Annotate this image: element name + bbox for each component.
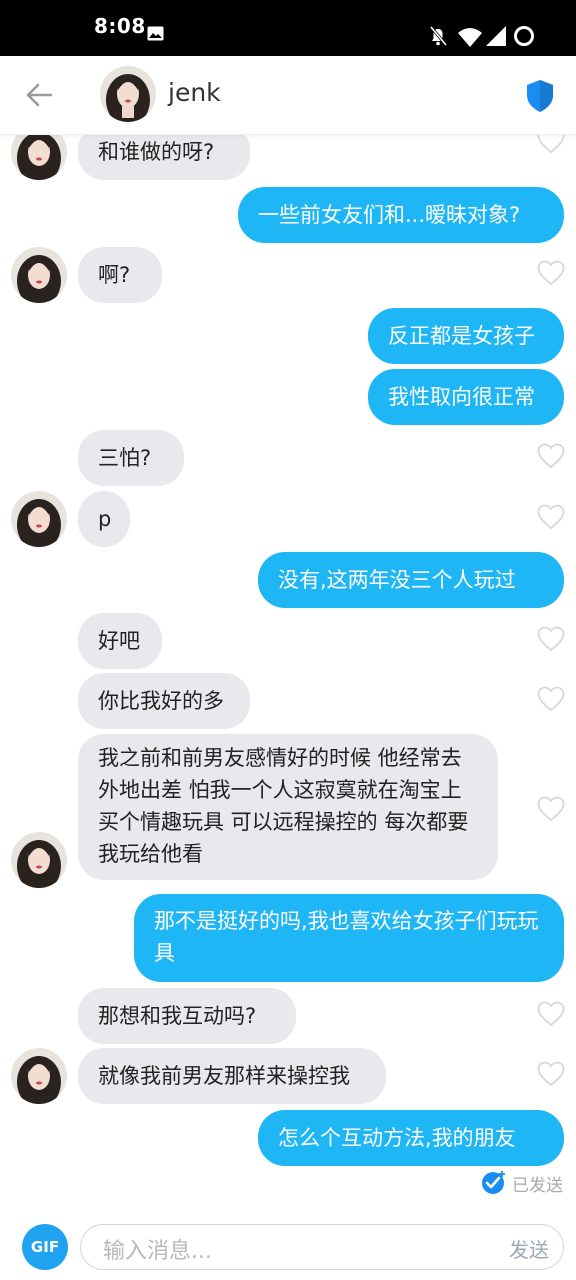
incoming-message-bubble[interactable]: 好吧 [78, 613, 162, 669]
send-button[interactable]: 发送 [509, 1234, 549, 1263]
status-bar: 8:08 [0, 0, 576, 56]
heart-icon[interactable] [537, 504, 565, 530]
message-input-placeholder: 输入消息... [103, 1239, 212, 1264]
sent-status-label: 已发送 [512, 1176, 563, 1196]
signal-icon [486, 26, 506, 46]
incoming-message-bubble[interactable]: 就像我前男友那样来操控我 [78, 1048, 386, 1104]
incoming-message-bubble[interactable]: 那想和我互动吗? [78, 988, 296, 1044]
outgoing-message-bubble[interactable]: 没有,这两年没三个人玩过 [258, 552, 564, 608]
do-not-disturb-icon [429, 26, 448, 46]
outgoing-message-bubble[interactable]: 一些前女友们和...暧昧对象? [238, 187, 564, 243]
message-input[interactable]: 输入消息... 发送 [80, 1224, 564, 1270]
outgoing-message-bubble[interactable]: 那不是挺好的吗,我也喜欢给女孩子们玩玩具 [134, 894, 564, 982]
heart-icon[interactable] [537, 134, 565, 154]
chat-header: jenk [0, 56, 576, 135]
incoming-message-bubble[interactable]: 我之前和前男友感情好的时候 他经常去外地出差 怕我一个人这寂寞就在淘宝上买个情趣… [78, 734, 498, 880]
heart-icon[interactable] [537, 796, 565, 822]
heart-icon[interactable] [537, 443, 565, 469]
outgoing-message-bubble[interactable]: 我性取向很正常 [368, 369, 564, 425]
contact-avatar-small[interactable] [11, 491, 67, 547]
battery-saver-icon [514, 26, 534, 46]
contact-avatar[interactable] [100, 66, 156, 122]
message-list[interactable]: 和谁做的呀? 一些前女友们和...暧昧对象? 啊? 反正都是女孩子 我性取向很正… [0, 134, 576, 1204]
wifi-icon [458, 28, 482, 47]
heart-icon[interactable] [537, 1061, 565, 1087]
heart-icon[interactable] [537, 260, 565, 286]
heart-icon[interactable] [537, 686, 565, 712]
contact-avatar-small[interactable] [11, 1048, 67, 1104]
status-icons [429, 26, 534, 47]
contact-avatar-small[interactable] [11, 134, 67, 180]
incoming-message-bubble[interactable]: 和谁做的呀? [78, 134, 250, 180]
heart-icon[interactable] [537, 626, 565, 652]
status-time: 8:08 [94, 14, 146, 38]
incoming-message-bubble[interactable]: p [78, 491, 130, 547]
heart-icon[interactable] [537, 1001, 565, 1027]
incoming-message-bubble[interactable]: 啊? [78, 247, 162, 303]
contact-name[interactable]: jenk [168, 78, 221, 107]
gif-button[interactable]: GIF [22, 1224, 68, 1270]
contact-avatar-small[interactable] [11, 832, 67, 888]
delivered-check-icon [482, 1171, 505, 1194]
shield-icon[interactable] [524, 78, 556, 114]
incoming-message-bubble[interactable]: 三怕? [78, 430, 184, 486]
outgoing-message-bubble[interactable]: 怎么个互动方法,我的朋友 [258, 1110, 564, 1166]
outgoing-message-bubble[interactable]: 反正都是女孩子 [368, 308, 564, 364]
message-input-bar: GIF 输入消息... 发送 [0, 1206, 576, 1280]
back-arrow-icon[interactable] [24, 80, 54, 110]
image-notification-icon [147, 26, 164, 41]
sent-status: 已发送 [480, 1168, 566, 1198]
contact-avatar-small[interactable] [11, 247, 67, 303]
incoming-message-bubble[interactable]: 你比我好的多 [78, 673, 250, 729]
